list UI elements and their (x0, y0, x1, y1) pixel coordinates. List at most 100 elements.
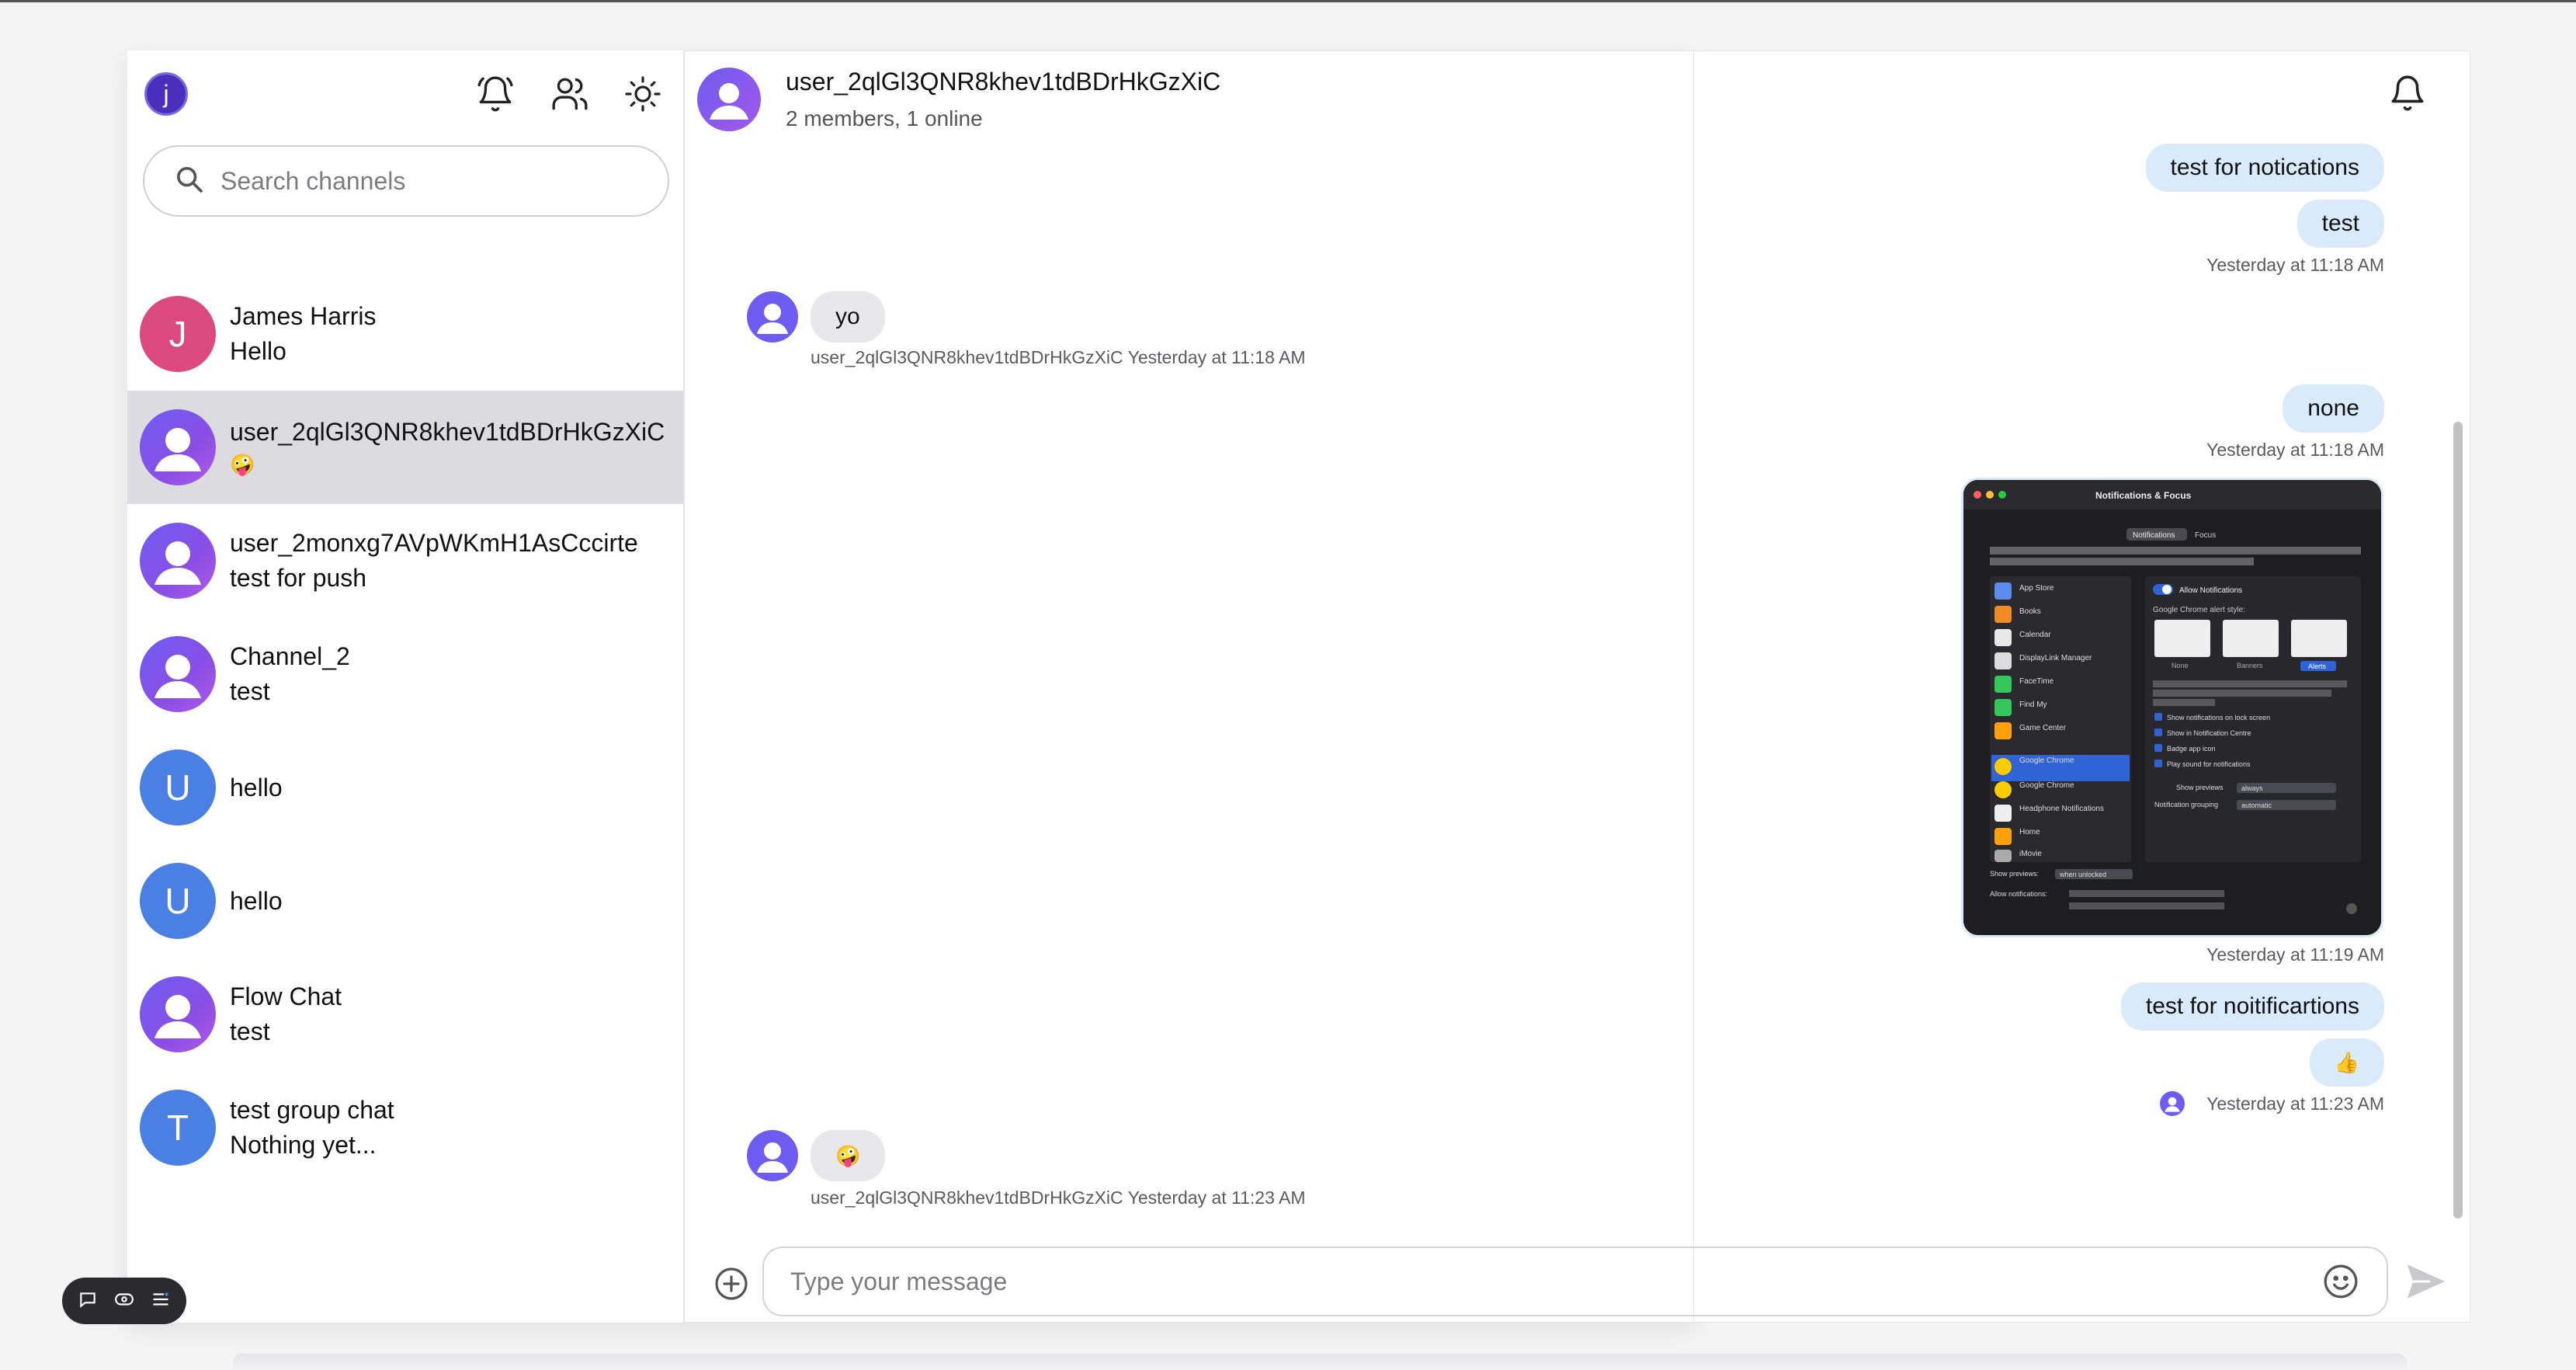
channel-item-james-harris[interactable]: J James Harris Hello (127, 277, 683, 391)
channel-item-test-group-chat[interactable]: T test group chat Nothing yet... (127, 1071, 683, 1184)
eye-icon[interactable] (113, 1289, 135, 1313)
avatar: J (140, 296, 216, 372)
channel-item-user-2monx[interactable]: user_2monxg7AVpWKmH1AsCccirte test for p… (127, 504, 683, 617)
channel-item-channel-2[interactable]: Channel_2 test (127, 617, 683, 731)
sender-avatar[interactable] (747, 1130, 798, 1181)
channel-subtitle: 2 members, 1 online (786, 106, 983, 130)
read-receipt-avatar (2160, 1091, 2185, 1116)
channel-preview: test (230, 1017, 270, 1045)
channel-title: user_2qlGl3QNR8khev1tdBDrHkGzXiC (786, 68, 1221, 96)
avatar: U (140, 749, 216, 826)
svg-text:Allow notifications:: Allow notifications: (1990, 890, 2047, 898)
svg-text:Allow Notifications: Allow Notifications (2179, 586, 2242, 595)
message-meta: user_2qlGl3QNR8khev1tdBDrHkGzXiC Yesterd… (811, 347, 1306, 367)
channel-item-hello-2[interactable]: U hello (127, 844, 683, 958)
svg-text:Show in Notification Centre: Show in Notification Centre (2167, 729, 2251, 737)
channel-item-flow-chat[interactable]: Flow Chat test (127, 958, 683, 1071)
svg-text:Books: Books (2019, 607, 2041, 616)
svg-text:App Store: App Store (2019, 584, 2054, 593)
search-icon (174, 164, 205, 199)
list-settings-icon[interactable] (151, 1289, 171, 1313)
avatar: T (140, 1090, 216, 1166)
svg-text:Show notifications on lock scr: Show notifications on lock screen (2167, 714, 2270, 722)
window-title: Notifications & Focus (2095, 490, 2192, 501)
scrollbar[interactable] (2453, 422, 2463, 1219)
channel-preview: Nothing yet... (230, 1131, 377, 1159)
channel-preview: Hello (230, 337, 286, 365)
svg-text:None: None (2172, 662, 2189, 669)
svg-text:Headphone Notifications: Headphone Notifications (2019, 805, 2104, 813)
message-composer[interactable] (762, 1247, 2388, 1316)
channel-name: user_2qlGl3QNR8khev1tdBDrHkGzXiC (230, 418, 665, 446)
floating-toolbar (62, 1278, 186, 1324)
channel-item-hello-1[interactable]: U hello (127, 731, 683, 844)
svg-text:Alerts: Alerts (2308, 662, 2327, 670)
message-bubble-incoming[interactable]: yo (811, 291, 885, 342)
users-icon[interactable] (545, 69, 595, 119)
svg-text:iMovie: iMovie (2019, 850, 2042, 858)
user-silhouette-icon (154, 541, 201, 585)
message-bubble-incoming[interactable]: 🤪 (811, 1130, 886, 1181)
avatar (140, 523, 216, 599)
svg-text:Find My: Find My (2019, 701, 2047, 709)
channel-preview: test for push (230, 564, 367, 592)
tab-notifications: Notifications (2133, 531, 2175, 540)
svg-text:Notification grouping: Notification grouping (2154, 801, 2218, 808)
avatar (140, 409, 216, 485)
user-silhouette-icon (154, 428, 201, 471)
user-avatar[interactable]: j (144, 72, 188, 116)
avatar (140, 636, 216, 712)
channel-preview: test (230, 677, 270, 705)
image-attachment[interactable]: Notifications & Focus Notifications Focu… (1961, 478, 2383, 937)
svg-text:Google Chrome: Google Chrome (2019, 781, 2074, 790)
theme-toggle-sun-icon[interactable] (618, 69, 668, 119)
channel-name: user_2monxg7AVpWKmH1AsCccirte (230, 529, 638, 557)
svg-text:FaceTime: FaceTime (2019, 677, 2054, 686)
avatar: U (140, 863, 216, 939)
svg-text:Badge app icon: Badge app icon (2167, 745, 2216, 753)
chat-bubble-icon[interactable] (78, 1289, 98, 1313)
search-input[interactable] (220, 166, 624, 196)
channel-preview: 🤪 (230, 453, 255, 476)
channel-name: Channel_2 (230, 642, 350, 670)
channel-preview: hello (230, 773, 283, 801)
channel-name: James Harris (230, 302, 377, 330)
channel-name: Flow Chat (230, 982, 342, 1010)
svg-text:Calendar: Calendar (2019, 631, 2051, 639)
svg-text:automatic: automatic (2241, 801, 2272, 809)
bell-icon[interactable] (2388, 74, 2438, 123)
user-silhouette-icon (154, 995, 201, 1038)
channel-item-user-2qlgl[interactable]: user_2qlGl3QNR8khev1tdBDrHkGzXiC 🤪 (127, 391, 683, 504)
svg-text:DisplayLink Manager: DisplayLink Manager (2019, 654, 2092, 662)
svg-text:when unlocked: when unlocked (2059, 871, 2106, 878)
notifications-bell-icon[interactable] (470, 69, 520, 119)
window-shadow (233, 1354, 2407, 1370)
channel-avatar (697, 68, 761, 131)
message-bubble-outgoing[interactable]: 👍 (2309, 1038, 2384, 1087)
svg-text:Google Chrome: Google Chrome (2019, 756, 2074, 765)
emoji-icon[interactable] (2321, 1262, 2360, 1301)
svg-text:Home: Home (2019, 828, 2040, 836)
add-attachment-icon[interactable] (713, 1265, 750, 1302)
svg-text:Play sound for notifications: Play sound for notifications (2167, 760, 2251, 768)
message-timestamp: Yesterday at 11:23 AM (2206, 1094, 2384, 1114)
avatar (140, 976, 216, 1052)
svg-text:Game Center: Game Center (2019, 724, 2067, 732)
svg-text:Google Chrome alert style:: Google Chrome alert style: (2153, 606, 2245, 614)
user-silhouette-icon (154, 655, 201, 698)
sender-avatar[interactable] (747, 291, 798, 342)
search-box[interactable] (143, 145, 669, 217)
message-bubble-outgoing[interactable]: test (2297, 200, 2384, 248)
sidebar: j J James Harris Hello (127, 50, 685, 1323)
send-icon[interactable] (2404, 1259, 2449, 1304)
message-bubble-outgoing[interactable]: test for notications (2145, 144, 2384, 192)
message-bubble-outgoing[interactable]: test for noitificartions (2120, 982, 2384, 1031)
message-bubble-outgoing[interactable]: none (2283, 384, 2384, 433)
channel-name: test group chat (230, 1096, 394, 1124)
message-input[interactable] (790, 1267, 2265, 1296)
channel-header: user_2qlGl3QNR8khev1tdBDrHkGzXiC 2 membe… (686, 50, 2470, 142)
notifications-settings-screenshot: Notifications & Focus Notifications Focu… (1963, 480, 2381, 935)
message-timestamp: Yesterday at 11:19 AM (2206, 944, 2384, 965)
svg-text:Show previews:: Show previews: (1990, 870, 2039, 878)
svg-text:always: always (2241, 784, 2263, 792)
